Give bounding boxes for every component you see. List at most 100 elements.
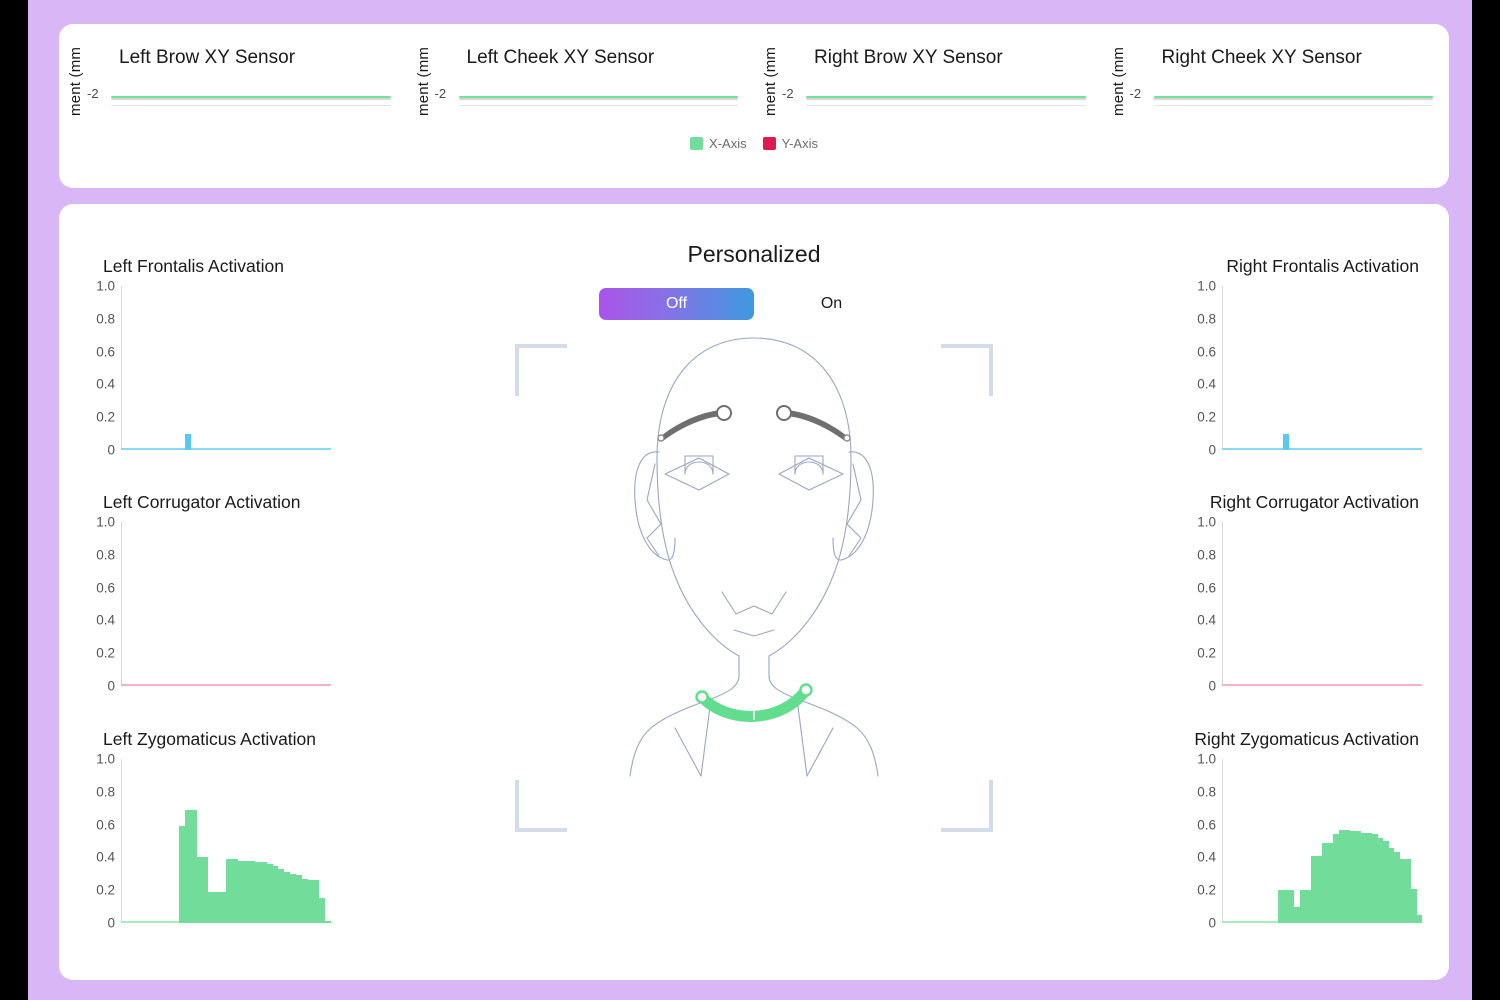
sensor-plot-area: [111, 92, 391, 106]
sensor-line-y: [111, 98, 391, 100]
sensor-y-tick: -2: [435, 86, 447, 101]
y-axis-tick: 0.8: [96, 547, 115, 562]
sensor-plot-area: [806, 92, 1086, 106]
sensor-line-x: [111, 96, 391, 98]
legend-swatch-icon: [690, 137, 703, 150]
sensor-axis-line: [806, 105, 1086, 106]
bar-series: [1222, 286, 1422, 450]
y-axis-tick: 0.8: [1197, 784, 1216, 799]
y-axis-tick: 0.8: [1197, 547, 1216, 562]
ear-right-outline: [833, 452, 873, 560]
bar: [1417, 915, 1423, 923]
brow-sensor-right: [777, 406, 850, 441]
bar-series: [1222, 759, 1422, 923]
y-axis-tick: 0.2: [96, 883, 115, 898]
sensor-plot-area: [1154, 92, 1434, 106]
bar-series: [121, 759, 331, 923]
y-axis-tick: 0.8: [96, 311, 115, 326]
viewport-corner-top-left-icon: [515, 344, 567, 396]
bar-series: [121, 286, 331, 450]
activation-chart-1: Left Frontalis Activation 1.00.80.60.40.2…: [81, 256, 331, 466]
activation-chart-title: Right Frontalis Activation: [1226, 256, 1419, 277]
bar: [325, 921, 331, 923]
y-axis-tick: 0.2: [1197, 646, 1216, 661]
sensor-y-tick: -2: [782, 86, 794, 101]
bar: [1283, 434, 1289, 450]
eye-right-iris: [795, 456, 823, 474]
y-axis-tick: 0.6: [1197, 817, 1216, 832]
y-axis-tick: 0.2: [96, 646, 115, 661]
y-axis-tick: 0.6: [96, 817, 115, 832]
y-axis-tick: 0: [1208, 916, 1216, 931]
y-axis-tick: 1.0: [1197, 279, 1216, 294]
activation-chart-title: Left Zygomaticus Activation: [103, 729, 316, 750]
y-axis-tick: 0: [1208, 443, 1216, 458]
activation-plot-area: 1.00.80.60.40.20: [1222, 522, 1422, 686]
legend-label: Y-Axis: [782, 136, 818, 151]
activation-plot-area: 1.00.80.60.40.20: [121, 522, 331, 686]
page-title: Personalized: [479, 241, 1029, 268]
ear-left-inner: [647, 464, 661, 556]
y-axis-tick: 0.4: [1197, 613, 1216, 628]
y-axis-tick: 0: [107, 443, 115, 458]
activation-chart-5: Right Corrugator Activation1.00.80.60.40…: [1177, 492, 1427, 702]
sensor-legend: X-Axis Y-Axis: [59, 136, 1449, 151]
activation-plot-area: 1.00.80.60.40.20: [1222, 759, 1422, 923]
y-axis-tick: 0.6: [1197, 580, 1216, 595]
toggle-on-button[interactable]: On: [754, 288, 909, 320]
activation-chart-6: Right Zygomaticus Activation1.00.80.60.4…: [1177, 729, 1427, 939]
sensor-line-x: [806, 96, 1086, 98]
activation-chart-3: Left Zygomaticus Activation 1.00.80.60.40…: [81, 729, 331, 939]
sensor-line-y: [1154, 98, 1434, 100]
bar-series: [1222, 522, 1422, 686]
legend-item-2[interactable]: Y-Axis: [763, 136, 818, 151]
personalized-toggle-group[interactable]: Off On: [479, 288, 1029, 320]
main-panel: Left Frontalis Activation1.00.80.60.40.2…: [59, 204, 1449, 980]
y-axis-tick: 0.4: [1197, 850, 1216, 865]
eye-left-outline: [665, 458, 729, 490]
sensor-line-x: [1154, 96, 1434, 98]
toggle-off-button[interactable]: Off: [599, 288, 754, 320]
y-axis-tick: 1.0: [1197, 752, 1216, 767]
brow-sensor-left: [658, 406, 731, 441]
y-axis-tick: 1.0: [96, 515, 115, 530]
nose-outline: [722, 592, 786, 614]
viewport-corner-bottom-left-icon: [515, 780, 567, 832]
activation-chart-title: Left Frontalis Activation: [103, 256, 284, 277]
activation-chart-title: Right Corrugator Activation: [1210, 492, 1419, 513]
neck-line-left: [701, 699, 711, 776]
activation-plot-area: 1.00.80.60.40.20: [121, 286, 331, 450]
activation-plot-area: 1.00.80.60.40.20: [1222, 286, 1422, 450]
sensor-panel: ment (mmLeft Brow XY Sensor-2ment (mmLef…: [59, 24, 1449, 188]
y-axis-tick: 1.0: [96, 279, 115, 294]
sensor-y-axis-label: ment (mm: [67, 34, 84, 116]
activation-chart-title: Left Corrugator Activation: [103, 492, 300, 513]
sensor-y-axis-label: ment (mm: [1110, 34, 1127, 116]
y-axis-tick: 0.2: [1197, 410, 1216, 425]
activation-plot-area: 1.00.80.60.40.20: [121, 759, 331, 923]
sensor-chart-row: ment (mmLeft Brow XY Sensor-2ment (mmLef…: [59, 24, 1449, 124]
nostril-line: [734, 630, 774, 636]
sensor-chart-3: ment (mm Right Brow XY Sensor -2: [762, 24, 1094, 124]
y-axis-tick: 0.6: [96, 580, 115, 595]
bar: [185, 434, 191, 450]
sensor-axis-line: [111, 105, 391, 106]
viewport-corner-bottom-right-icon: [941, 780, 993, 832]
neck-line-right: [797, 699, 807, 776]
y-axis-tick: 1.0: [1197, 515, 1216, 530]
app-root: ment (mmLeft Brow XY Sensor-2ment (mmLef…: [28, 0, 1472, 1000]
sensor-chart-2: ment (mmLeft Cheek XY Sensor-2: [415, 24, 747, 124]
legend-item-1[interactable]: X-Axis: [690, 136, 747, 151]
y-axis-tick: 0.4: [96, 850, 115, 865]
y-axis-tick: 0.4: [96, 377, 115, 392]
ear-left-outline: [635, 452, 675, 560]
y-axis-tick: 0.4: [96, 613, 115, 628]
sensor-y-axis-label: ment (mm: [762, 34, 779, 116]
bar: [319, 898, 325, 923]
sensor-chart-4: ment (mmRight Cheek XY Sensor-2: [1110, 24, 1442, 124]
bar-series: [121, 522, 331, 686]
shoulder-line-left: [675, 728, 701, 776]
y-axis-tick: 0: [107, 679, 115, 694]
eye-right-outline: [779, 458, 843, 490]
sensor-chart-title: Right Brow XY Sensor: [814, 47, 1003, 69]
